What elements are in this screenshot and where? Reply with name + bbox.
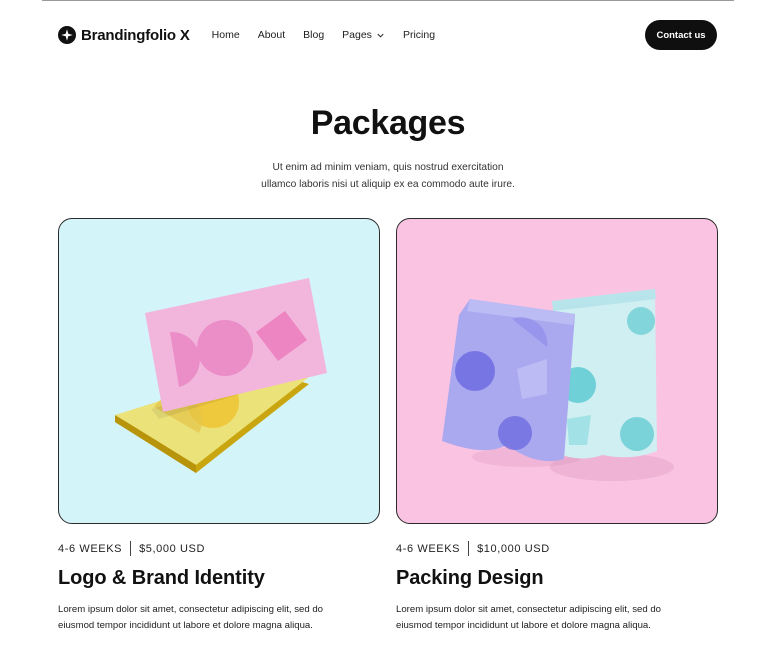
brand-logo-icon — [58, 26, 76, 44]
package-card-packing[interactable]: 4-6 WEEKS $10,000 USD Packing Design Lor… — [396, 218, 718, 634]
package-meta: 4-6 WEEKS $5,000 USD — [58, 541, 380, 556]
meta-divider — [130, 541, 132, 556]
package-title[interactable]: Logo & Brand Identity — [58, 567, 380, 590]
package-price: $5,000 USD — [139, 542, 206, 555]
nav-link-pages[interactable]: Pages — [342, 29, 385, 41]
package-duration: 4-6 WEEKS — [58, 542, 123, 555]
page-title: Packages — [310, 104, 466, 142]
navbar: Brandingfolio X Home About Blog Pages Pr… — [58, 20, 717, 50]
top-divider — [42, 0, 734, 1]
pouch-packaging-illustration — [442, 289, 674, 481]
page-subtitle-line-2: ullamco laboris nisi ut aliquip ex ea co… — [261, 178, 515, 190]
package-card-logo[interactable]: 4-6 WEEKS $5,000 USD Logo & Brand Identi… — [58, 218, 380, 634]
page-subtitle-line-1: Ut enim ad minim veniam, quis nostrud ex… — [272, 162, 504, 173]
contact-button[interactable]: Contact us — [645, 20, 717, 50]
nav-link-pricing[interactable]: Pricing — [403, 29, 435, 41]
package-description-line-2: eiusmod tempor incididunt ut labore et d… — [396, 620, 651, 631]
package-description-line-2: eiusmod tempor incididunt ut labore et d… — [58, 620, 313, 631]
package-description-line-1: Lorem ipsum dolor sit amet, consectetur … — [58, 604, 324, 615]
brand[interactable]: Brandingfolio X — [58, 26, 190, 44]
package-description-line-1: Lorem ipsum dolor sit amet, consectetur … — [396, 604, 662, 615]
page-subtitle: Ut enim ad minim veniam, quis nostrud ex… — [0, 160, 776, 193]
nav-link-home[interactable]: Home — [212, 29, 240, 41]
package-meta: 4-6 WEEKS $10,000 USD — [396, 541, 718, 556]
nav-link-blog[interactable]: Blog — [303, 29, 324, 41]
meta-divider — [468, 541, 470, 556]
package-description: Lorem ipsum dolor sit amet, consectetur … — [396, 602, 718, 634]
package-description: Lorem ipsum dolor sit amet, consectetur … — [58, 602, 380, 634]
nav-link-about[interactable]: About — [258, 29, 285, 41]
package-duration: 4-6 WEEKS — [396, 542, 461, 555]
nav-menu: Home About Blog Pages Pricing — [212, 29, 453, 41]
nav-link-pages-label: Pages — [342, 29, 372, 41]
brand-name: Brandingfolio X — [81, 26, 190, 44]
package-price: $10,000 USD — [477, 542, 550, 555]
pouch-packaging-mockup-image[interactable] — [396, 218, 718, 524]
business-cards-mockup-image[interactable] — [58, 218, 380, 524]
business-cards-illustration — [115, 278, 327, 473]
package-title[interactable]: Packing Design — [396, 567, 718, 590]
chevron-down-icon — [377, 33, 384, 38]
